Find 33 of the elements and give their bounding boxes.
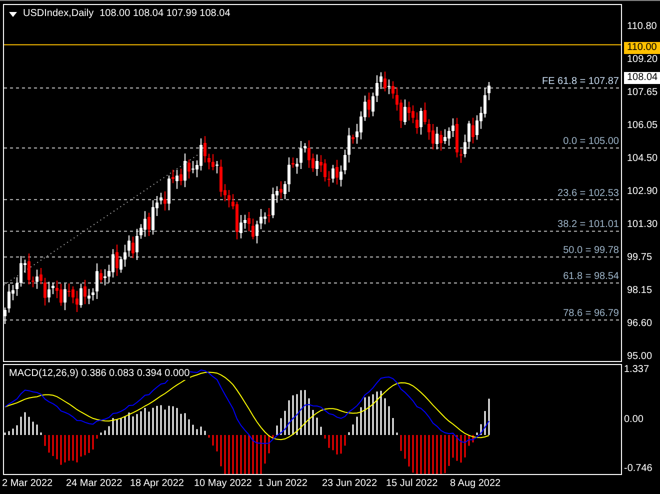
current-price-label: 108.04 <box>624 72 660 84</box>
date-axis-label: 15 Jul 2022 <box>386 477 439 491</box>
price-axis-label: 99.75 <box>627 252 654 264</box>
fibonacci-label: 38.2 = 101.01 <box>558 219 619 232</box>
fibonacci-label: 78.6 = 96.79 <box>563 308 619 320</box>
macd-axis-label: 1.337 <box>624 364 650 376</box>
price-axis-label: 95.00 <box>627 351 654 363</box>
price-axis-label: 110.80 <box>627 21 658 33</box>
date-axis-label: 10 May 2022 <box>194 477 253 491</box>
level-price-label: 110.00 <box>624 42 660 54</box>
date-axis-label: 2 Mar 2022 <box>2 477 54 491</box>
price-axis-label: 98.15 <box>627 285 654 297</box>
price-axis-label: 96.60 <box>627 318 654 330</box>
fibonacci-label: 23.6 = 102.53 <box>558 188 619 200</box>
price-axis-label: 101.30 <box>627 219 659 231</box>
macd-label: MACD(12,26,9) 0.386 0.083 0.394 0.000 <box>9 368 190 380</box>
macd-axis-label: 0.00 <box>624 414 644 426</box>
date-axis-label: 23 Jun 2022 <box>322 477 378 491</box>
price-axis-label: 102.90 <box>627 186 659 198</box>
fibonacci-label: 61.8 = 98.54 <box>563 271 619 283</box>
fibonacci-label: 0.0 = 105.00 <box>563 136 619 148</box>
date-axis-label: 1 Jun 2022 <box>258 477 308 491</box>
price-axis-label: 106.05 <box>627 120 659 132</box>
date-axis-label: 8 Aug 2022 <box>450 477 502 491</box>
date-axis-label: 18 Apr 2022 <box>130 477 185 491</box>
symbol-title: USDIndex,Daily <box>23 8 94 20</box>
macd-axis-label: -0.746 <box>624 463 654 475</box>
date-axis-label: 24 Mar 2022 <box>66 477 124 491</box>
fibonacci-label: 50.0 = 99.78 <box>563 245 619 257</box>
price-axis-label: 104.50 <box>627 153 659 165</box>
fibonacci-label: FE 61.8 = 107.87 <box>542 76 619 88</box>
price-axis-label: 107.65 <box>627 87 659 99</box>
price-axis-label: 109.20 <box>627 54 659 66</box>
